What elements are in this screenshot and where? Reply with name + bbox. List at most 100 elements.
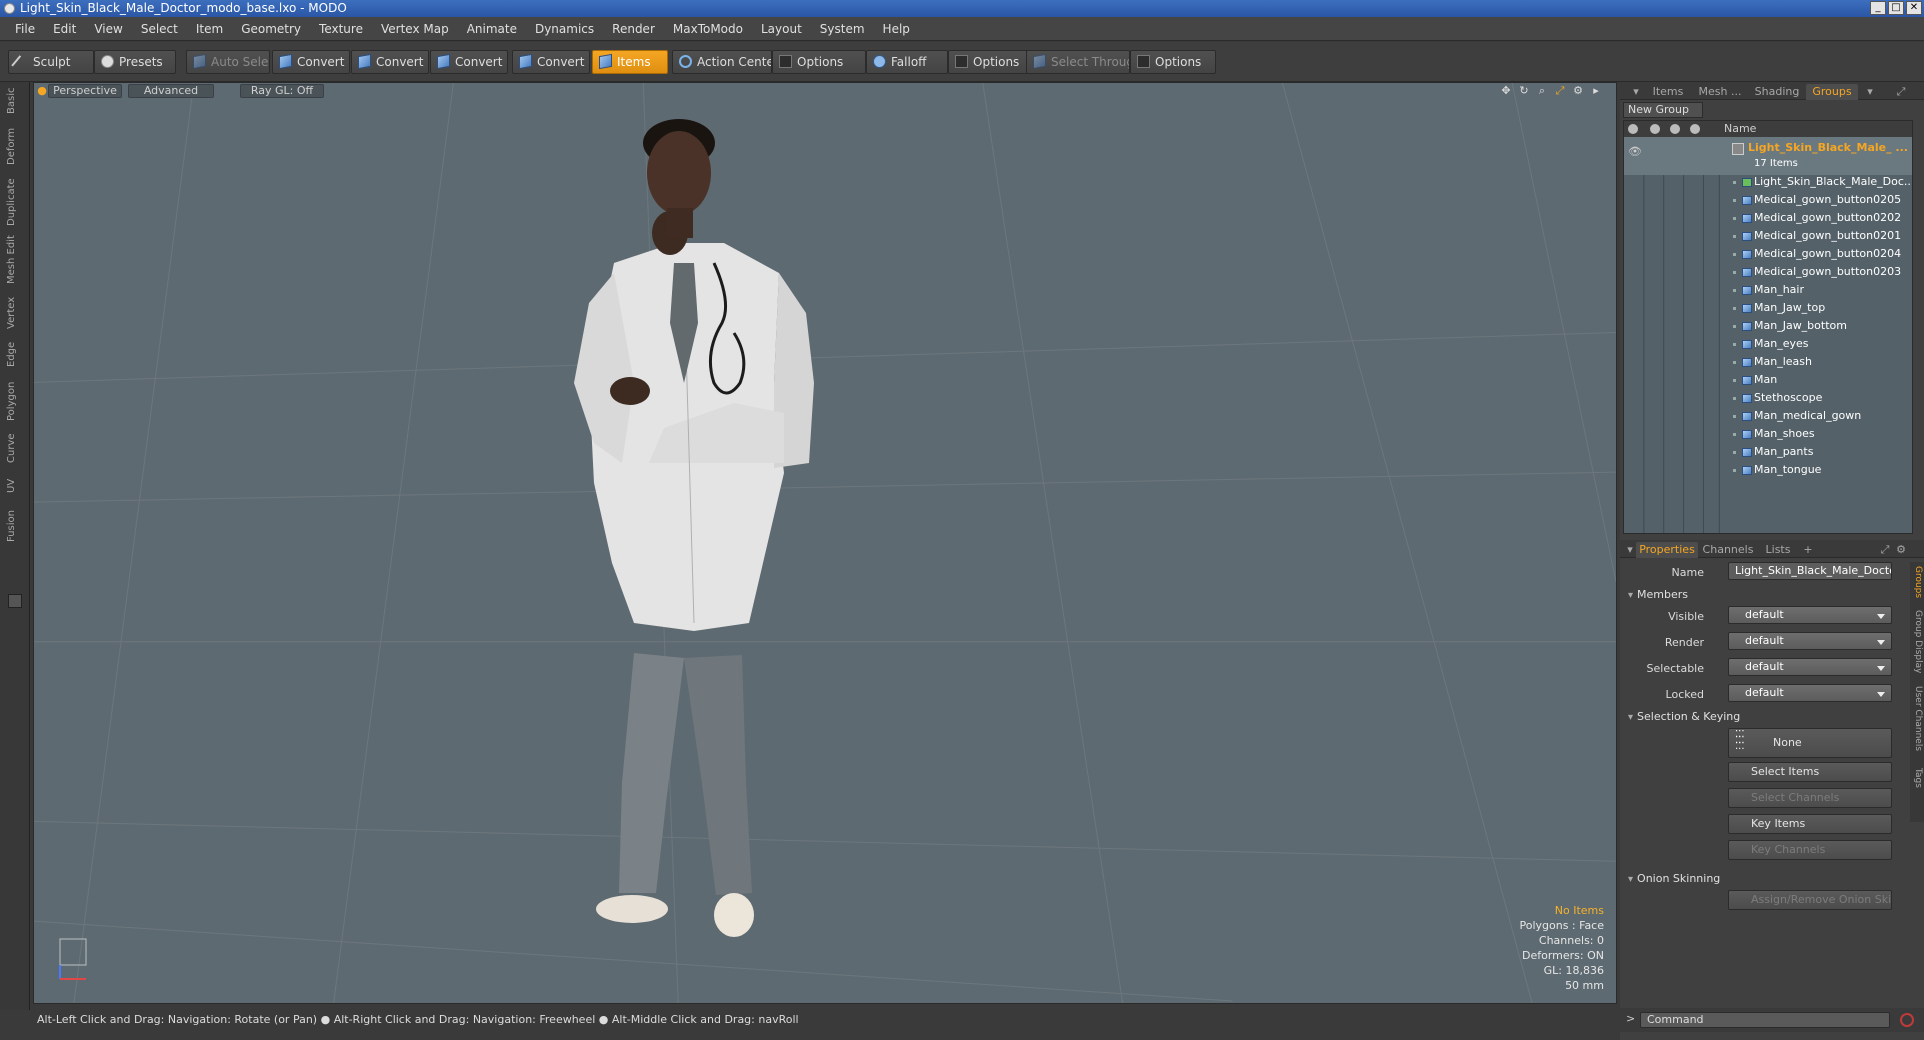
selection-keying-section[interactable]: Selection & Keying	[1628, 710, 1740, 723]
list-item[interactable]: Man_hair	[1624, 281, 1912, 299]
auto-select-button[interactable]: Auto Select	[186, 50, 270, 74]
selectable-label: Selectable	[1646, 662, 1704, 675]
record-icon[interactable]	[1900, 1013, 1914, 1027]
tab-basic[interactable]: Basic	[6, 86, 24, 116]
name-column-header[interactable]: Name	[1724, 121, 1756, 137]
list-item[interactable]: Man	[1624, 371, 1912, 389]
list-item[interactable]: Man_tongue	[1624, 461, 1912, 479]
list-item[interactable]: Medical_gown_button0204	[1624, 245, 1912, 263]
lock-icon	[1670, 124, 1680, 134]
visible-dropdown[interactable]: default	[1728, 606, 1892, 624]
presets-button[interactable]: PresetsF6	[94, 50, 176, 74]
key-channels-button[interactable]: Key Channels	[1728, 840, 1892, 860]
menu-edit[interactable]: Edit	[44, 17, 85, 41]
list-item[interactable]: Man_eyes	[1624, 335, 1912, 353]
menu-vertex-map[interactable]: Vertex Map	[372, 17, 458, 41]
menu-texture[interactable]: Texture	[310, 17, 372, 41]
list-item[interactable]: Light_Skin_Black_Male_Doc...	[1624, 173, 1912, 191]
tab-mesh[interactable]: Mesh ...	[1692, 84, 1748, 100]
menu-animate[interactable]: Animate	[458, 17, 526, 41]
convert-button-4[interactable]: Convert	[512, 50, 590, 74]
items-icon	[599, 53, 612, 70]
list-item[interactable]: Man_pants	[1624, 443, 1912, 461]
tab-polygon[interactable]: Polygon	[6, 378, 24, 424]
list-item[interactable]: Man_Jaw_bottom	[1624, 317, 1912, 335]
tab-groups[interactable]: Groups	[1806, 84, 1858, 100]
action-center-button[interactable]: Action Center	[672, 50, 772, 74]
visible-label: Visible	[1668, 610, 1704, 623]
falloff-button[interactable]: Falloff	[866, 50, 948, 74]
new-group-button[interactable]: New Group	[1623, 102, 1703, 118]
command-input[interactable]: Command	[1640, 1012, 1890, 1028]
tab-deform[interactable]: Deform	[6, 124, 24, 168]
convert-button-1[interactable]: Convert	[272, 50, 350, 74]
close-button[interactable]: ✕	[1906, 1, 1922, 15]
menu-render[interactable]: Render	[603, 17, 664, 41]
tab-shading[interactable]: Shading	[1750, 84, 1804, 100]
menu-dynamics[interactable]: Dynamics	[526, 17, 603, 41]
maximize-button[interactable]: □	[1888, 1, 1904, 15]
group-row[interactable]: 👁 Light_Skin_Black_Male_ ... 17 Items	[1624, 139, 1912, 173]
menu-view[interactable]: View	[85, 17, 131, 41]
onion-skinning-section[interactable]: Onion Skinning	[1628, 872, 1720, 885]
menu-item[interactable]: Item	[187, 17, 232, 41]
doctor-model[interactable]	[34, 83, 1617, 1004]
side-tab-groups[interactable]: Groups	[1911, 566, 1923, 606]
list-item[interactable]: Medical_gown_button0205	[1624, 191, 1912, 209]
render-dropdown[interactable]: default	[1728, 632, 1892, 650]
mesh-icon	[1742, 268, 1752, 277]
tab-edge[interactable]: Edge	[6, 338, 24, 370]
sculpt-button[interactable]: Sculpt	[8, 50, 94, 74]
list-item[interactable]: Man_shoes	[1624, 425, 1912, 443]
items-mode-button[interactable]: Items	[592, 50, 668, 74]
convert-button-2[interactable]: Convert	[351, 50, 429, 74]
expand-icon[interactable]: ⤢	[1894, 84, 1908, 100]
selectable-dropdown[interactable]: default	[1728, 658, 1892, 676]
list-item[interactable]: Medical_gown_button0203	[1624, 263, 1912, 281]
assign-onion-skin-button[interactable]: Assign/Remove Onion Skin ...	[1728, 890, 1892, 910]
list-item[interactable]: Stethoscope	[1624, 389, 1912, 407]
groups-list[interactable]: Name 👁 Light_Skin_Black_Male_ ... 17 Ite…	[1623, 120, 1913, 534]
members-section[interactable]: Members	[1628, 588, 1688, 601]
tab-duplicate[interactable]: Duplicate	[6, 176, 24, 228]
menu-layout[interactable]: Layout	[752, 17, 811, 41]
panel-menu-icon[interactable]: ▾	[1630, 84, 1642, 100]
list-item[interactable]: Man_Jaw_top	[1624, 299, 1912, 317]
none-button[interactable]: ⁚⁚⁚ ⁚⁚⁚ ⁚⁚⁚ None	[1728, 728, 1892, 758]
menu-help[interactable]: Help	[874, 17, 919, 41]
minimize-button[interactable]: _	[1870, 1, 1886, 15]
menu-maxtomodo[interactable]: MaxToModo	[664, 17, 752, 41]
tab-mesh-edit[interactable]: Mesh Edit	[6, 234, 24, 286]
menu-geometry[interactable]: Geometry	[232, 17, 310, 41]
tab-uv[interactable]: UV	[6, 474, 24, 498]
menu-select[interactable]: Select	[132, 17, 187, 41]
select-through-button[interactable]: Select Through	[1026, 50, 1130, 74]
tab-fusion[interactable]: Fusion	[6, 506, 24, 546]
visibility-eye-icon[interactable]: 👁	[1628, 143, 1642, 161]
convert-button-3[interactable]: Convert	[430, 50, 508, 74]
side-tab-group-display[interactable]: Group Display	[1911, 610, 1923, 680]
tab-curve[interactable]: Curve	[6, 430, 24, 466]
name-field[interactable]: Light_Skin_Black_Male_Doctor (3	[1728, 562, 1892, 580]
key-items-button[interactable]: Key Items	[1728, 814, 1892, 834]
options-button-3[interactable]: Options	[1130, 50, 1216, 74]
status-bar: Alt-Left Click and Drag: Navigation: Rot…	[33, 1008, 1617, 1032]
menu-system[interactable]: System	[811, 17, 874, 41]
3d-viewport[interactable]: ● Perspective Advanced Ray GL: Off ✥ ↻ ⌕…	[33, 82, 1617, 1004]
tab-vertex[interactable]: Vertex	[6, 294, 24, 332]
locked-dropdown[interactable]: default	[1728, 684, 1892, 702]
list-item[interactable]: Medical_gown_button0201	[1624, 227, 1912, 245]
menu-file[interactable]: File	[6, 17, 44, 41]
tab-expand-icon[interactable]	[8, 594, 22, 608]
list-item[interactable]: Man_leash	[1624, 353, 1912, 371]
options-button-1[interactable]: Options	[772, 50, 866, 74]
list-item[interactable]: Man_medical_gown	[1624, 407, 1912, 425]
side-tab-user-channels[interactable]: User Channels	[1911, 686, 1923, 762]
select-items-button[interactable]: Select Items	[1728, 762, 1892, 782]
side-tab-tags[interactable]: Tags	[1911, 768, 1923, 798]
select-channels-button[interactable]: Select Channels	[1728, 788, 1892, 808]
tabs-dropdown-icon[interactable]: ▾	[1864, 84, 1876, 100]
list-item[interactable]: Medical_gown_button0202	[1624, 209, 1912, 227]
options-button-2[interactable]: Options	[948, 50, 1028, 74]
tab-items[interactable]: Items	[1646, 84, 1690, 100]
